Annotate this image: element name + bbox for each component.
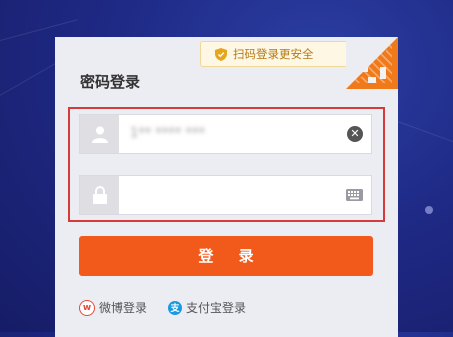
weibo-login-link[interactable]: w 微博登录 [79, 299, 147, 316]
qr-login-hint[interactable]: 扫码登录更安全 [200, 41, 362, 67]
weibo-login-label: 微博登录 [99, 301, 148, 315]
page-title: 密码登录 [80, 73, 141, 91]
login-panel: 扫码登录更安全 密码登录 1** **** *** ✕ 登 录 w 微博登录 支… [55, 37, 398, 337]
lock-icon [80, 176, 119, 214]
password-field[interactable] [79, 175, 372, 215]
background-line [394, 120, 453, 145]
username-field[interactable]: 1** **** *** ✕ [79, 114, 372, 154]
qr-corner-fold [346, 37, 398, 89]
background-dot [425, 206, 433, 214]
alipay-icon: 支 [168, 300, 182, 315]
alipay-login-link[interactable]: 支 支付宝登录 [168, 299, 246, 316]
alipay-login-label: 支付宝登录 [186, 301, 247, 315]
qr-code-toggle[interactable] [346, 37, 398, 89]
login-button[interactable]: 登 录 [79, 236, 373, 276]
username-value: 1** **** *** [130, 126, 206, 141]
background-line [0, 60, 61, 96]
user-icon [80, 115, 119, 153]
weibo-icon: w [79, 299, 95, 316]
shield-icon [215, 47, 227, 61]
password-input[interactable] [126, 182, 330, 210]
keyboard-icon[interactable] [346, 189, 363, 201]
clear-icon[interactable]: ✕ [347, 126, 363, 142]
qr-hint-text: 扫码登录更安全 [233, 47, 314, 61]
